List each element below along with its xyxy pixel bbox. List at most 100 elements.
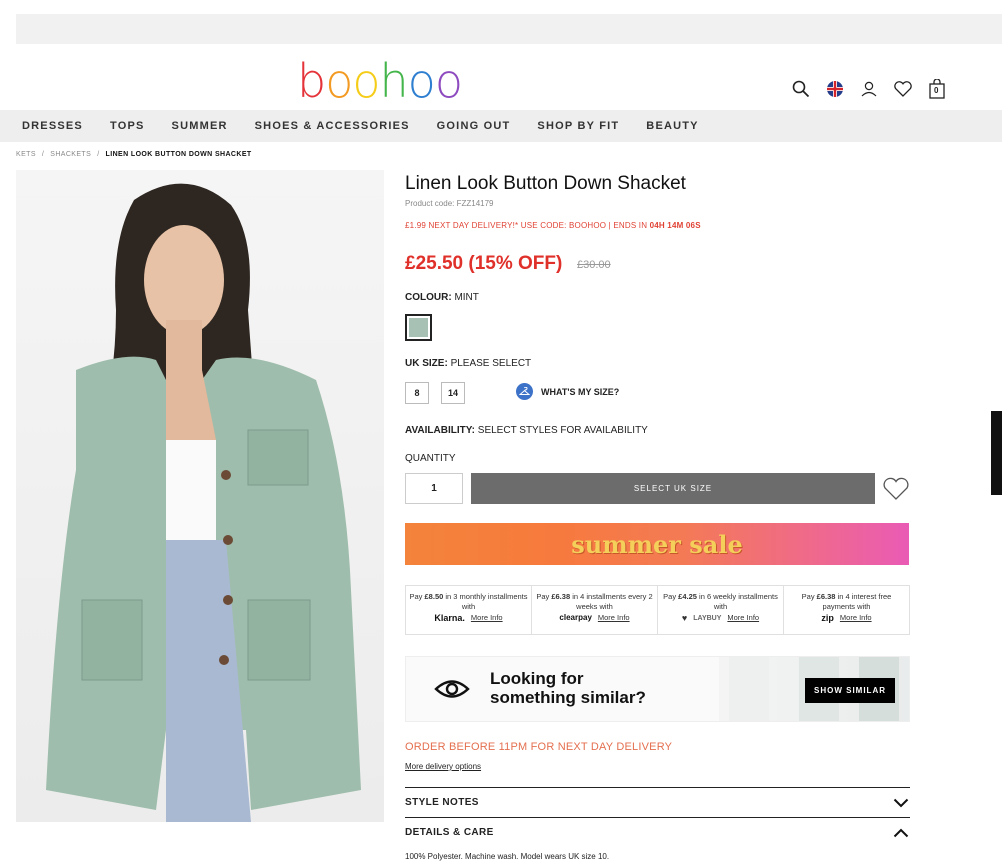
chevron-down-icon <box>892 796 910 810</box>
similar-line-2: something similar? <box>490 688 646 707</box>
more-info-link[interactable]: More Info <box>471 613 503 623</box>
summer-sale-banner[interactable]: summer sale <box>405 523 909 565</box>
logo-letter: o <box>325 54 353 108</box>
breadcrumb-current: LINEN LOOK BUTTON DOWN SHACKET <box>105 151 252 158</box>
more-info-link[interactable]: More Info <box>598 613 630 623</box>
colour-swatch-mint[interactable] <box>405 314 432 341</box>
laybuy-logo: LAYBUY <box>693 614 722 622</box>
style-notes-accordion[interactable]: Style Notes <box>405 787 910 817</box>
clearpay-logo: clearpay <box>559 612 592 622</box>
bag-icon[interactable]: 0 <box>926 78 948 100</box>
whats-my-size-link[interactable]: WHAT'S MY SIZE? <box>516 383 619 400</box>
size-option-14[interactable]: 14 <box>441 382 465 404</box>
hanger-icon <box>516 383 533 400</box>
swatch-fill <box>409 318 428 337</box>
show-similar-button[interactable]: Show Similar <box>805 678 895 703</box>
colour-label-key: COLOUR: <box>405 292 452 303</box>
pay-pre: Pay <box>801 592 817 601</box>
chevron-up-icon <box>892 826 910 840</box>
promo-countdown: 04H 14M 06S <box>649 221 701 230</box>
breadcrumb-separator: / <box>41 151 45 158</box>
nav-item-beauty[interactable]: Beauty <box>646 120 698 132</box>
whats-my-size-text: WHAT'S MY SIZE? <box>541 386 620 397</box>
breadcrumb-separator: / <box>97 151 100 158</box>
logo-letter: o <box>407 54 436 108</box>
payment-option-laybuy: Pay £4.25 in 6 weekly installments with … <box>658 586 784 634</box>
wishlist-icon[interactable] <box>892 78 914 100</box>
size-label-key: UK SIZE: <box>405 358 448 369</box>
bag-count: 0 <box>934 86 939 95</box>
availability-value: SELECT STYLES FOR AVAILABILITY <box>477 425 648 436</box>
nav-item-summer[interactable]: Summer <box>172 120 228 132</box>
more-delivery-options-link[interactable]: More delivery options <box>405 762 481 771</box>
pay-pre: Pay <box>663 592 679 601</box>
logo-letter: o <box>434 54 463 108</box>
logo-letter: b <box>297 54 326 108</box>
breadcrumb-item[interactable]: SHACKETS <box>50 151 91 158</box>
account-icon[interactable] <box>858 78 880 100</box>
pay-amount: £4.25 <box>678 592 697 601</box>
nav-item-going-out[interactable]: Going Out <box>437 120 511 132</box>
size-value: PLEASE SELECT <box>450 358 532 369</box>
promo-text: £1.99 NEXT DAY DELIVERY!* USE CODE: BOOH… <box>405 221 650 230</box>
similar-line-1: Looking for <box>490 669 584 689</box>
pay-post: in 3 monthly installments with <box>443 592 528 611</box>
availability-label-key: AVAILABILITY: <box>405 425 475 436</box>
search-icon[interactable] <box>790 78 812 100</box>
laybuy-heart-icon: ♥ <box>681 612 688 623</box>
payment-options: Pay £8.50 in 3 monthly installments with… <box>405 585 910 635</box>
header-icons: 0 <box>790 78 948 100</box>
pay-pre: Pay <box>536 592 552 601</box>
pay-amount: £8.50 <box>424 592 444 601</box>
payment-option-zip: Pay £6.38 in 4 interest free payments wi… <box>784 586 909 634</box>
add-to-bag-button[interactable]: Select UK Size <box>471 473 875 504</box>
availability-label: AVAILABILITY: SELECT STYLES FOR AVAILABI… <box>405 425 648 436</box>
klarna-logo: Klarna. <box>434 612 465 623</box>
pay-amount: £6.38 <box>551 592 571 601</box>
nav-item-shoes-accessories[interactable]: Shoes & Accessories <box>255 120 410 132</box>
pay-post: in 6 weekly installments with <box>696 592 778 611</box>
quantity-input[interactable]: 1 <box>405 473 463 504</box>
similar-items-panel: Looking for something similar? Show Simi… <box>405 656 910 722</box>
quantity-label: QUANTITY <box>405 453 456 464</box>
payment-option-clearpay: Pay £6.38 in 4 installments every 2 week… <box>532 586 658 634</box>
colour-value: MINT <box>454 292 479 303</box>
similar-heading: Looking for something similar? <box>490 670 680 707</box>
zip-logo: zip <box>821 612 834 623</box>
details-care-accordion[interactable]: Details & Care <box>405 817 910 847</box>
pay-amount: £6.38 <box>816 592 836 601</box>
pay-pre: Pay <box>409 592 425 601</box>
logo-letter: o <box>352 54 380 108</box>
size-option-8[interactable]: 8 <box>405 382 429 404</box>
logo-letter: h <box>379 54 409 108</box>
side-feedback-tab[interactable] <box>991 411 1002 495</box>
nav-item-tops[interactable]: Tops <box>110 120 145 132</box>
breadcrumb-item[interactable]: KETS <box>16 151 36 158</box>
current-price: £25.50 (15% OFF) <box>405 253 563 274</box>
boohoo-logo[interactable]: b o o h o o <box>297 54 463 108</box>
breadcrumb: KETS / SHACKETS / LINEN LOOK BUTTON DOWN… <box>16 151 252 158</box>
top-promo-strip <box>16 14 1002 44</box>
wishlist-heart-icon[interactable] <box>881 474 911 504</box>
style-notes-label: Style Notes <box>405 797 479 808</box>
size-label: UK SIZE: PLEASE SELECT <box>405 358 531 369</box>
more-info-link[interactable]: More Info <box>727 613 759 623</box>
next-day-delivery-text: Order before 11pm for next day delivery <box>405 741 673 753</box>
product-code: Product code: FZZ14179 <box>405 199 494 208</box>
pay-post: in 4 installments every 2 weeks with <box>570 592 653 611</box>
uk-flag-icon[interactable] <box>824 78 846 100</box>
details-care-text: 100% Polyester. Machine wash. Model wear… <box>405 852 610 861</box>
product-image[interactable] <box>16 170 384 822</box>
delivery-promo: £1.99 NEXT DAY DELIVERY!* USE CODE: BOOH… <box>405 221 701 230</box>
main-nav: Dresses Tops Summer Shoes & Accessories … <box>0 110 1002 142</box>
payment-option-klarna: Pay £8.50 in 3 monthly installments with… <box>406 586 532 634</box>
details-care-label: Details & Care <box>405 827 494 838</box>
product-title: Linen Look Button Down Shacket <box>405 173 686 194</box>
was-price: £30.00 <box>577 259 611 271</box>
colour-label: COLOUR: MINT <box>405 292 479 303</box>
nav-item-dresses[interactable]: Dresses <box>22 120 83 132</box>
eye-icon <box>432 674 472 704</box>
more-info-link[interactable]: More Info <box>840 613 872 623</box>
nav-item-shop-by-fit[interactable]: Shop By Fit <box>537 120 619 132</box>
banner-text: summer sale <box>571 529 743 559</box>
